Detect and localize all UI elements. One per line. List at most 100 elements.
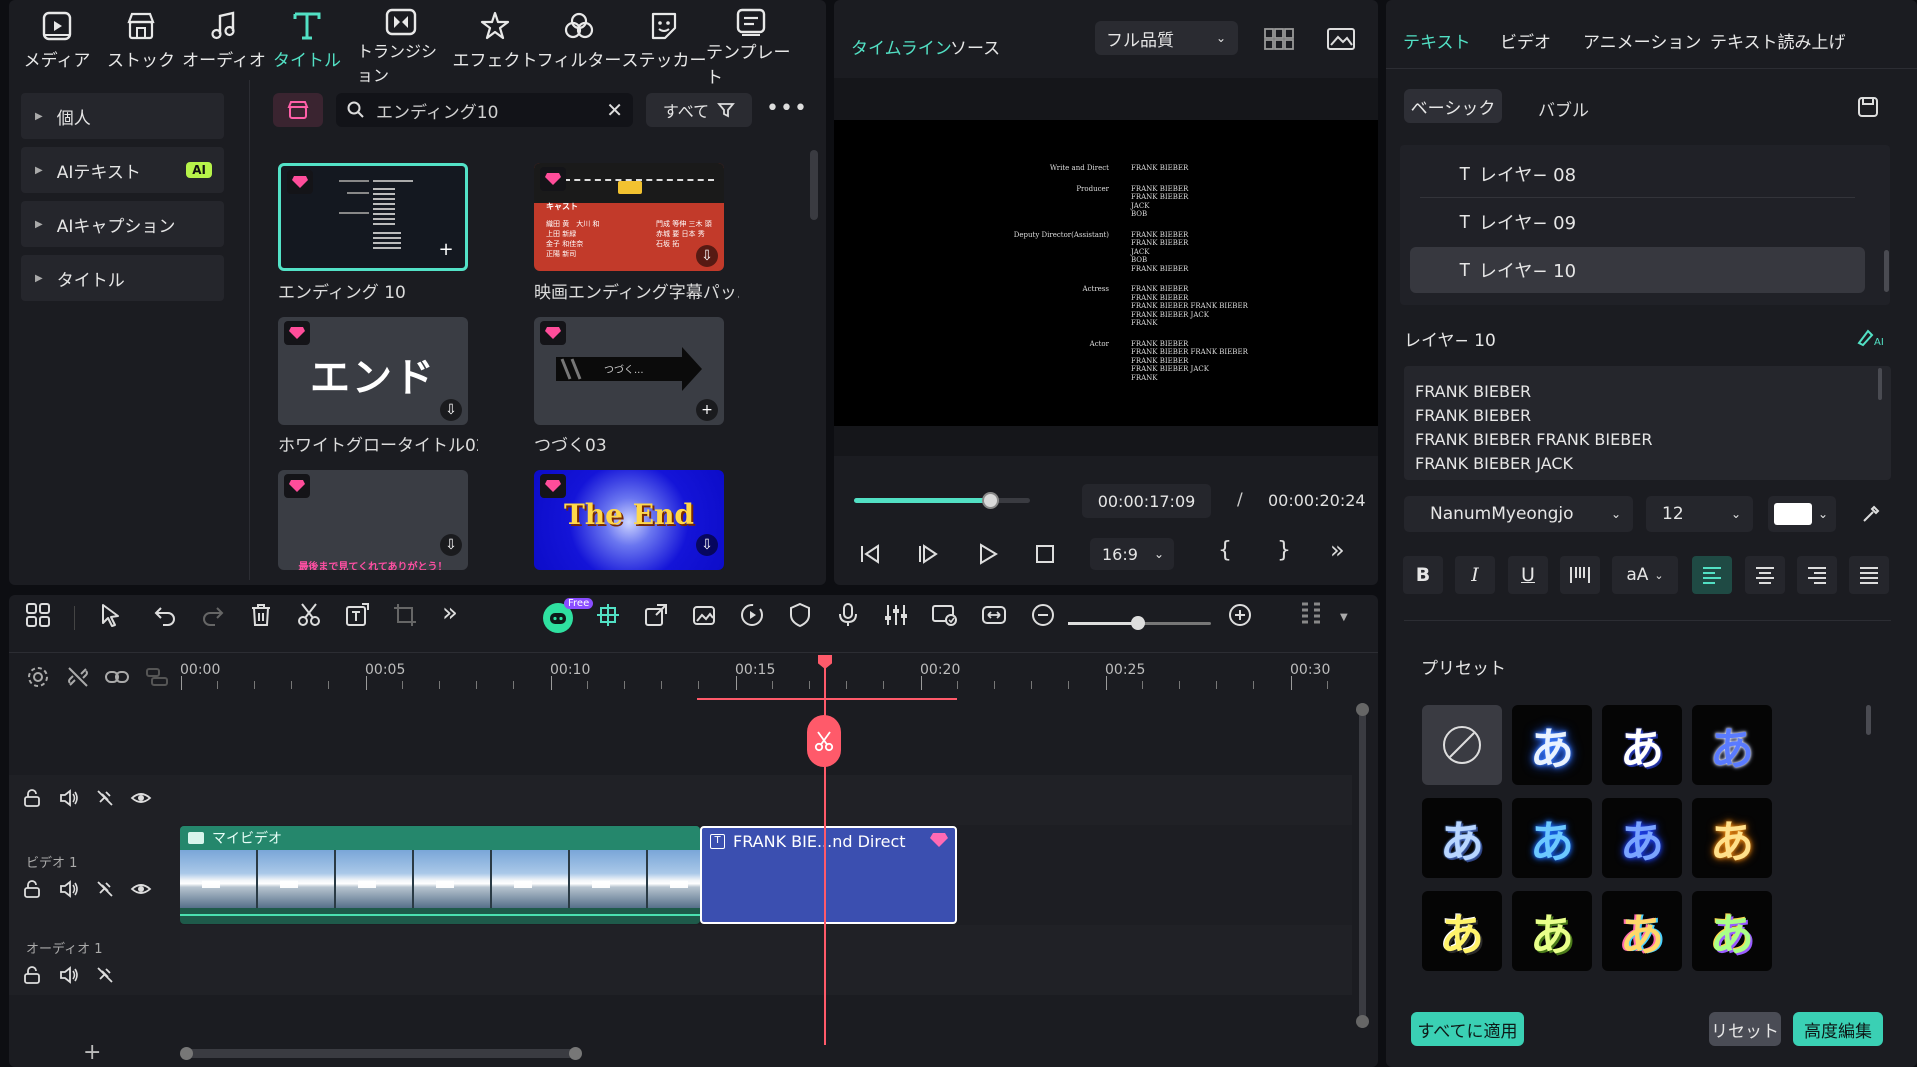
zoom-in-icon[interactable] bbox=[1227, 602, 1253, 628]
add-track-button[interactable]: + bbox=[83, 1040, 101, 1065]
download-icon[interactable]: ⇩ bbox=[696, 245, 718, 267]
layout-grid-icon[interactable] bbox=[25, 602, 51, 628]
tab-template[interactable]: テンプレート bbox=[706, 6, 796, 88]
inspector-tab-video[interactable]: ビデオ bbox=[1500, 28, 1551, 53]
text-area-scrollbar[interactable] bbox=[1878, 368, 1882, 400]
tab-title[interactable]: タイトル bbox=[263, 6, 351, 74]
preset-style-3[interactable]: あ bbox=[1692, 705, 1772, 785]
preview-tab-source[interactable]: ソース bbox=[950, 34, 1000, 59]
timeline-settings-icon[interactable] bbox=[26, 665, 50, 689]
zoom-slider-handle[interactable] bbox=[1131, 616, 1146, 630]
text-case-dropdown[interactable]: aA ⌄ bbox=[1612, 556, 1678, 594]
ai-edit-icon[interactable]: AI bbox=[1856, 325, 1886, 347]
reset-button[interactable]: リセット bbox=[1709, 1012, 1781, 1046]
search-input[interactable]: エンディング10 bbox=[376, 98, 498, 123]
link-icon[interactable] bbox=[104, 665, 130, 689]
speaker-icon[interactable] bbox=[58, 788, 80, 808]
advanced-edit-button[interactable]: 高度編集 bbox=[1793, 1012, 1883, 1046]
snapshot-image-icon[interactable] bbox=[1326, 26, 1356, 52]
mute-effects-icon[interactable] bbox=[94, 788, 116, 808]
more-controls-icon[interactable]: » bbox=[1330, 536, 1345, 564]
clear-search-icon[interactable]: ✕ bbox=[606, 98, 623, 122]
apply-all-button[interactable]: すべてに適用 bbox=[1411, 1012, 1524, 1046]
preset-style-8[interactable]: あ bbox=[1422, 891, 1502, 971]
subtab-bubble[interactable]: バブル bbox=[1538, 96, 1589, 121]
vscroll-bottom-knob[interactable] bbox=[1356, 1015, 1369, 1028]
add-icon[interactable]: + bbox=[435, 238, 457, 260]
preset-style-4[interactable]: あ bbox=[1422, 798, 1502, 878]
quality-dropdown[interactable]: フル品質 ⌄ bbox=[1095, 21, 1238, 55]
lock-icon[interactable] bbox=[22, 965, 42, 985]
bold-button[interactable]: B bbox=[1403, 556, 1443, 594]
align-center-button[interactable] bbox=[1745, 556, 1785, 594]
speaker-icon[interactable] bbox=[58, 965, 80, 985]
template-thumb-ending10[interactable]: + bbox=[278, 163, 468, 271]
undo-icon[interactable] bbox=[152, 602, 178, 628]
mask-shield-icon[interactable] bbox=[787, 602, 813, 628]
speaker-icon[interactable] bbox=[58, 879, 80, 899]
inspector-tab-animation[interactable]: アニメーション bbox=[1583, 28, 1701, 53]
video-preview-canvas[interactable]: Write and Direct FRANK BIEBER Producer FRAN… bbox=[834, 120, 1378, 426]
unlink-icon[interactable] bbox=[66, 665, 90, 689]
select-pointer-icon[interactable] bbox=[98, 602, 124, 628]
add-icon[interactable]: + bbox=[696, 399, 718, 421]
font-dropdown[interactable]: NanumMyeongjo ⌄ bbox=[1404, 496, 1633, 532]
preset-style-5[interactable]: あ bbox=[1512, 798, 1592, 878]
hscroll-right-knob[interactable] bbox=[569, 1047, 582, 1060]
template-thumb-white-glow[interactable]: エンド ⇩ bbox=[278, 317, 468, 425]
stop-icon[interactable] bbox=[1032, 542, 1058, 566]
screen-record-icon[interactable] bbox=[931, 602, 959, 628]
grid-view-icon[interactable] bbox=[1264, 27, 1294, 51]
extract-text-icon[interactable] bbox=[344, 602, 370, 628]
subtab-basic[interactable]: ベーシック bbox=[1404, 89, 1502, 123]
eye-icon[interactable] bbox=[130, 879, 152, 899]
inspector-tab-text[interactable]: テキスト bbox=[1403, 28, 1471, 53]
align-justify-button[interactable] bbox=[1849, 556, 1889, 594]
speed-icon[interactable] bbox=[739, 602, 765, 628]
video-clip-mai-video[interactable]: マイビデオ bbox=[180, 826, 700, 924]
search-box[interactable]: エンディング10 ✕ bbox=[336, 93, 633, 127]
align-left-button[interactable] bbox=[1692, 556, 1732, 594]
category-personal[interactable]: ▶ 個人 bbox=[21, 93, 224, 139]
current-time-box[interactable]: 00:00:17:09 bbox=[1082, 484, 1211, 518]
template-thumb-tsuzuku[interactable]: つづく... + bbox=[534, 317, 724, 425]
preset-style-1[interactable]: あ bbox=[1512, 705, 1592, 785]
mute-effects-icon[interactable] bbox=[94, 879, 116, 899]
tab-stock[interactable]: ストック bbox=[97, 6, 185, 74]
preset-style-9[interactable]: あ bbox=[1512, 891, 1592, 971]
next-frame-icon[interactable] bbox=[915, 542, 941, 566]
layer-item-10[interactable]: Ꭲ レイヤ− 10 bbox=[1410, 247, 1865, 293]
char-spacing-button[interactable] bbox=[1560, 556, 1600, 594]
preset-style-7[interactable]: あ bbox=[1692, 798, 1772, 878]
preset-style-6[interactable]: あ bbox=[1602, 798, 1682, 878]
tab-audio[interactable]: オーディオ bbox=[180, 6, 268, 74]
category-ai-text[interactable]: ▶ AIテキスト AI bbox=[21, 147, 224, 193]
preset-none[interactable] bbox=[1422, 705, 1502, 785]
preset-style-2[interactable]: あ bbox=[1602, 705, 1682, 785]
tab-sticker[interactable]: ステッカー bbox=[620, 6, 708, 74]
tab-filter[interactable]: フィルター bbox=[535, 6, 623, 74]
tab-media[interactable]: メディア bbox=[13, 6, 101, 74]
store-button[interactable] bbox=[273, 93, 323, 127]
hscroll-left-knob[interactable] bbox=[180, 1047, 193, 1060]
category-title[interactable]: ▶ タイトル bbox=[21, 255, 224, 301]
timeline-horizontal-scrollbar[interactable] bbox=[180, 1047, 582, 1060]
export-frame-icon[interactable] bbox=[643, 602, 669, 628]
download-icon[interactable]: ⇩ bbox=[440, 534, 462, 556]
text-content-area[interactable]: FRANK BIEBER FRANK BIEBER FRANK BIEBER F… bbox=[1404, 366, 1891, 480]
download-icon[interactable]: ⇩ bbox=[440, 399, 462, 421]
preset-style-10[interactable]: あ bbox=[1602, 891, 1682, 971]
layer-item-09[interactable]: Ꭲ レイヤ− 09 bbox=[1410, 199, 1865, 245]
prev-frame-icon[interactable] bbox=[857, 542, 883, 566]
mark-out-icon[interactable]: } bbox=[1277, 538, 1291, 563]
more-options-icon[interactable]: ••• bbox=[766, 96, 808, 121]
more-tools-icon[interactable]: » bbox=[442, 598, 458, 628]
playback-progress-bar[interactable] bbox=[854, 492, 1030, 509]
crop-icon[interactable] bbox=[392, 602, 418, 628]
title-clip-frank-bieber[interactable]: T FRANK BIE...nd Direct bbox=[700, 826, 957, 924]
layer-list-scrollbar[interactable] bbox=[1884, 250, 1889, 292]
lock-icon[interactable] bbox=[22, 879, 42, 899]
track-layout-dropdown-icon[interactable]: ▼ bbox=[1340, 612, 1348, 623]
font-size-dropdown[interactable]: 12 ⌄ bbox=[1646, 496, 1753, 532]
zoom-out-icon[interactable] bbox=[1030, 602, 1056, 628]
